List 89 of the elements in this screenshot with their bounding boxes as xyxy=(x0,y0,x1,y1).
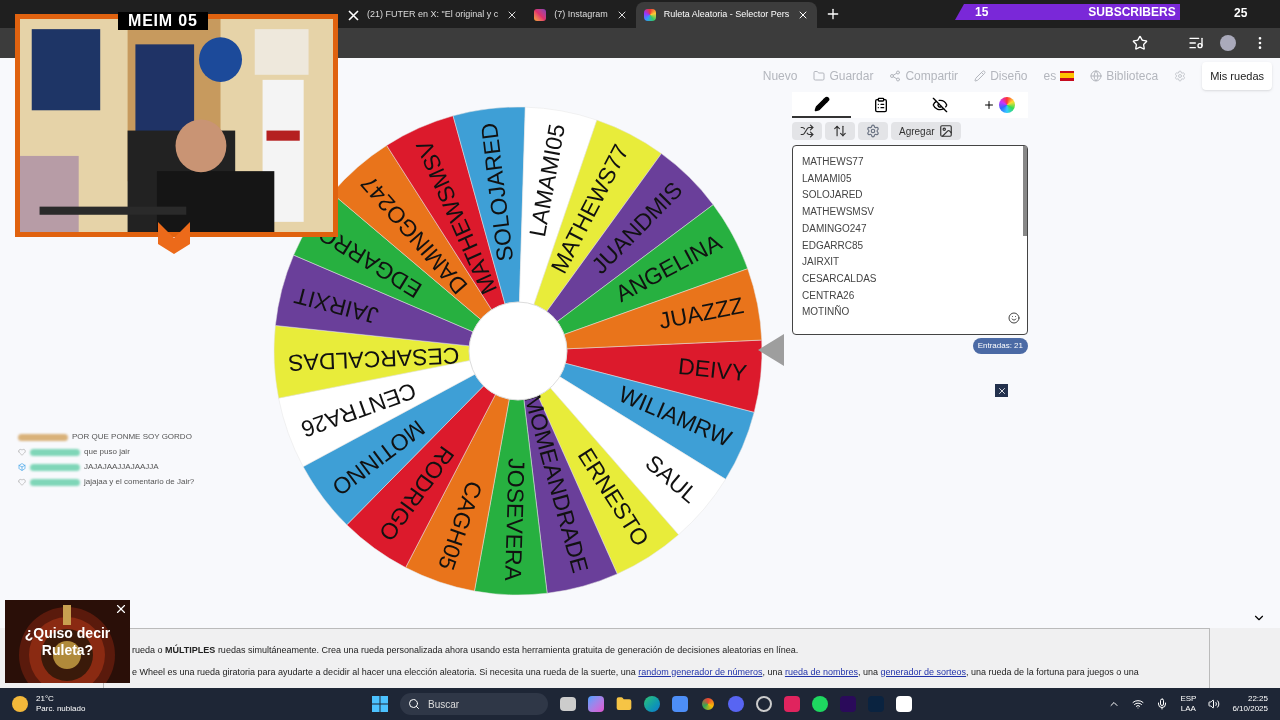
close-ad-icon[interactable] xyxy=(995,384,1008,397)
entry-line: MATHEWSMSV xyxy=(802,205,875,220)
heart-badge-icon xyxy=(18,448,26,456)
pencil-icon xyxy=(974,70,987,82)
capcut-icon[interactable] xyxy=(896,696,912,712)
entry-line: CESARCALDAS xyxy=(802,271,877,286)
chat-message: POR QUE PONME SOY GORDO xyxy=(72,431,192,443)
weather-text: Parc. nublado xyxy=(36,704,86,714)
tab-title: (21) FUTER en X: "El original y c xyxy=(367,8,499,22)
browser-tab[interactable]: (21) FUTER en X: "El original y c xyxy=(340,2,527,28)
search-icon xyxy=(408,698,420,710)
tool-button[interactable] xyxy=(825,122,855,140)
microphone-icon[interactable] xyxy=(1156,698,1169,710)
keyboard-layout[interactable]: LAA xyxy=(1180,704,1196,714)
subscriber-count: 15 xyxy=(975,4,989,21)
settings-icon xyxy=(866,124,880,138)
browser-tab[interactable]: (7) Instagram xyxy=(526,2,636,28)
segment-label: JOSEVERA xyxy=(500,457,530,582)
share-icon xyxy=(889,70,902,82)
clock-date[interactable]: 6/10/2025 xyxy=(1232,704,1268,714)
tab-title: Ruleta Aleatoria - Selector Pers xyxy=(663,8,790,22)
my-wheels-button[interactable]: Mis ruedas xyxy=(1202,61,1272,91)
chat-message: JAJAJAAJJAJAAJJA xyxy=(84,461,159,473)
profile-avatar-icon[interactable] xyxy=(1220,35,1236,51)
chrome-icon[interactable] xyxy=(700,696,716,712)
entry-line: DAMINGO247 xyxy=(802,221,867,236)
x-logo-icon xyxy=(348,9,359,21)
store-icon[interactable] xyxy=(672,696,688,712)
article-paragraph: rueda o MÚLTIPLES ruedas simultáneamente. Crea una rueda personalizada ahora usando esta herramienta gratuita de generación de decisiones aleatorias en línea. xyxy=(132,644,799,657)
start-icon[interactable] xyxy=(372,696,388,712)
spotify-icon[interactable] xyxy=(812,696,828,712)
shuffle-icon xyxy=(800,124,814,138)
entry-line: MOTINÑO xyxy=(802,304,850,320)
tool-button[interactable]: Agregar xyxy=(891,122,961,140)
clipboard-icon xyxy=(872,97,889,113)
media-icon[interactable] xyxy=(1188,35,1204,51)
entry-count-badge: Entradas: 21 xyxy=(972,338,1028,354)
tab-title: (7) Instagram xyxy=(554,8,608,22)
bookmark-star-icon[interactable] xyxy=(1132,35,1148,51)
edge-icon[interactable] xyxy=(644,696,660,712)
heart-badge-icon xyxy=(18,478,26,486)
channel-name: MEIM 05 xyxy=(128,13,198,29)
language-indicator[interactable]: ESP xyxy=(1180,694,1197,704)
camera-icon xyxy=(534,9,547,21)
subscriber-goal: 25 xyxy=(1234,5,1248,22)
taskbar-search-field[interactable]: Buscar xyxy=(400,693,548,715)
spain-flag-icon xyxy=(1060,71,1075,81)
emoji-icon[interactable] xyxy=(1008,312,1020,324)
entry-line: JAIRXIT xyxy=(802,255,840,270)
entry-line: MATHEWS77 xyxy=(802,155,864,169)
clock-time[interactable]: 22:25 xyxy=(1247,694,1268,704)
pencil-icon xyxy=(813,96,830,112)
article-paragraph: e Wheel es una rueda giratoria para ayudarte a decidir al hacer una elección aleatoria. Si necesita una rueda de la suerte, una random generador de números, una rueda de nombres, una generador de sorteos, una rueda de la fortuna para juegos o una xyxy=(132,665,1139,679)
subscriber-label: SUBSCRIBERS xyxy=(1088,4,1176,21)
plus-icon xyxy=(982,99,995,111)
folder-icon[interactable] xyxy=(616,696,632,712)
cube-badge-icon xyxy=(18,463,26,471)
weather-icon xyxy=(12,696,28,712)
task-view-icon[interactable] xyxy=(560,697,576,711)
popup-text: ¿Quiso decir Ruleta? xyxy=(23,624,112,659)
folder-icon xyxy=(813,70,826,82)
copilot-icon[interactable] xyxy=(588,696,604,712)
sort-icon xyxy=(833,124,847,138)
chat-message: jajajaa y el comentario de Jair? xyxy=(84,476,195,488)
entry-line: SOLOJARED xyxy=(802,188,863,203)
globe-icon xyxy=(1090,70,1103,82)
temperature: 21°C xyxy=(36,694,55,704)
chat-message: que puso jair xyxy=(84,446,130,458)
color-wheel-icon xyxy=(998,97,1015,113)
entry-line: EDGARRC85 xyxy=(802,238,864,253)
image-icon xyxy=(938,124,953,138)
volume-icon[interactable] xyxy=(1208,698,1221,710)
entries-textarea[interactable]: MATHEWS77 LAMAMI05 SOLOJARED MATHEWSMSV DAMINGO247 EDGARRC85 JAIRXIT CESARCALDAS CENTRA26 MOTINÑO xyxy=(792,145,1028,335)
scrollbar-thumb[interactable] xyxy=(1023,146,1027,236)
tiktok-icon[interactable] xyxy=(784,696,800,712)
discord-icon[interactable] xyxy=(728,696,744,712)
browser-tab[interactable]: Ruleta Aleatoria - Selector Pers xyxy=(635,2,818,28)
segment-label: CESARCALDAS xyxy=(287,342,460,377)
close-icon[interactable] xyxy=(114,602,128,616)
tool-button[interactable] xyxy=(792,122,822,140)
segment-label: DEIVY xyxy=(676,353,749,387)
wheel-icon xyxy=(643,9,656,21)
network-icon[interactable] xyxy=(1132,698,1145,710)
entry-line: CENTRA26 xyxy=(802,288,855,303)
pointer-icon xyxy=(758,334,786,366)
game-icon[interactable] xyxy=(756,696,772,712)
eye-off-icon xyxy=(931,97,948,113)
entry-line: LAMAMI05 xyxy=(802,171,852,186)
article-link[interactable]: rueda de nombres xyxy=(784,666,858,677)
